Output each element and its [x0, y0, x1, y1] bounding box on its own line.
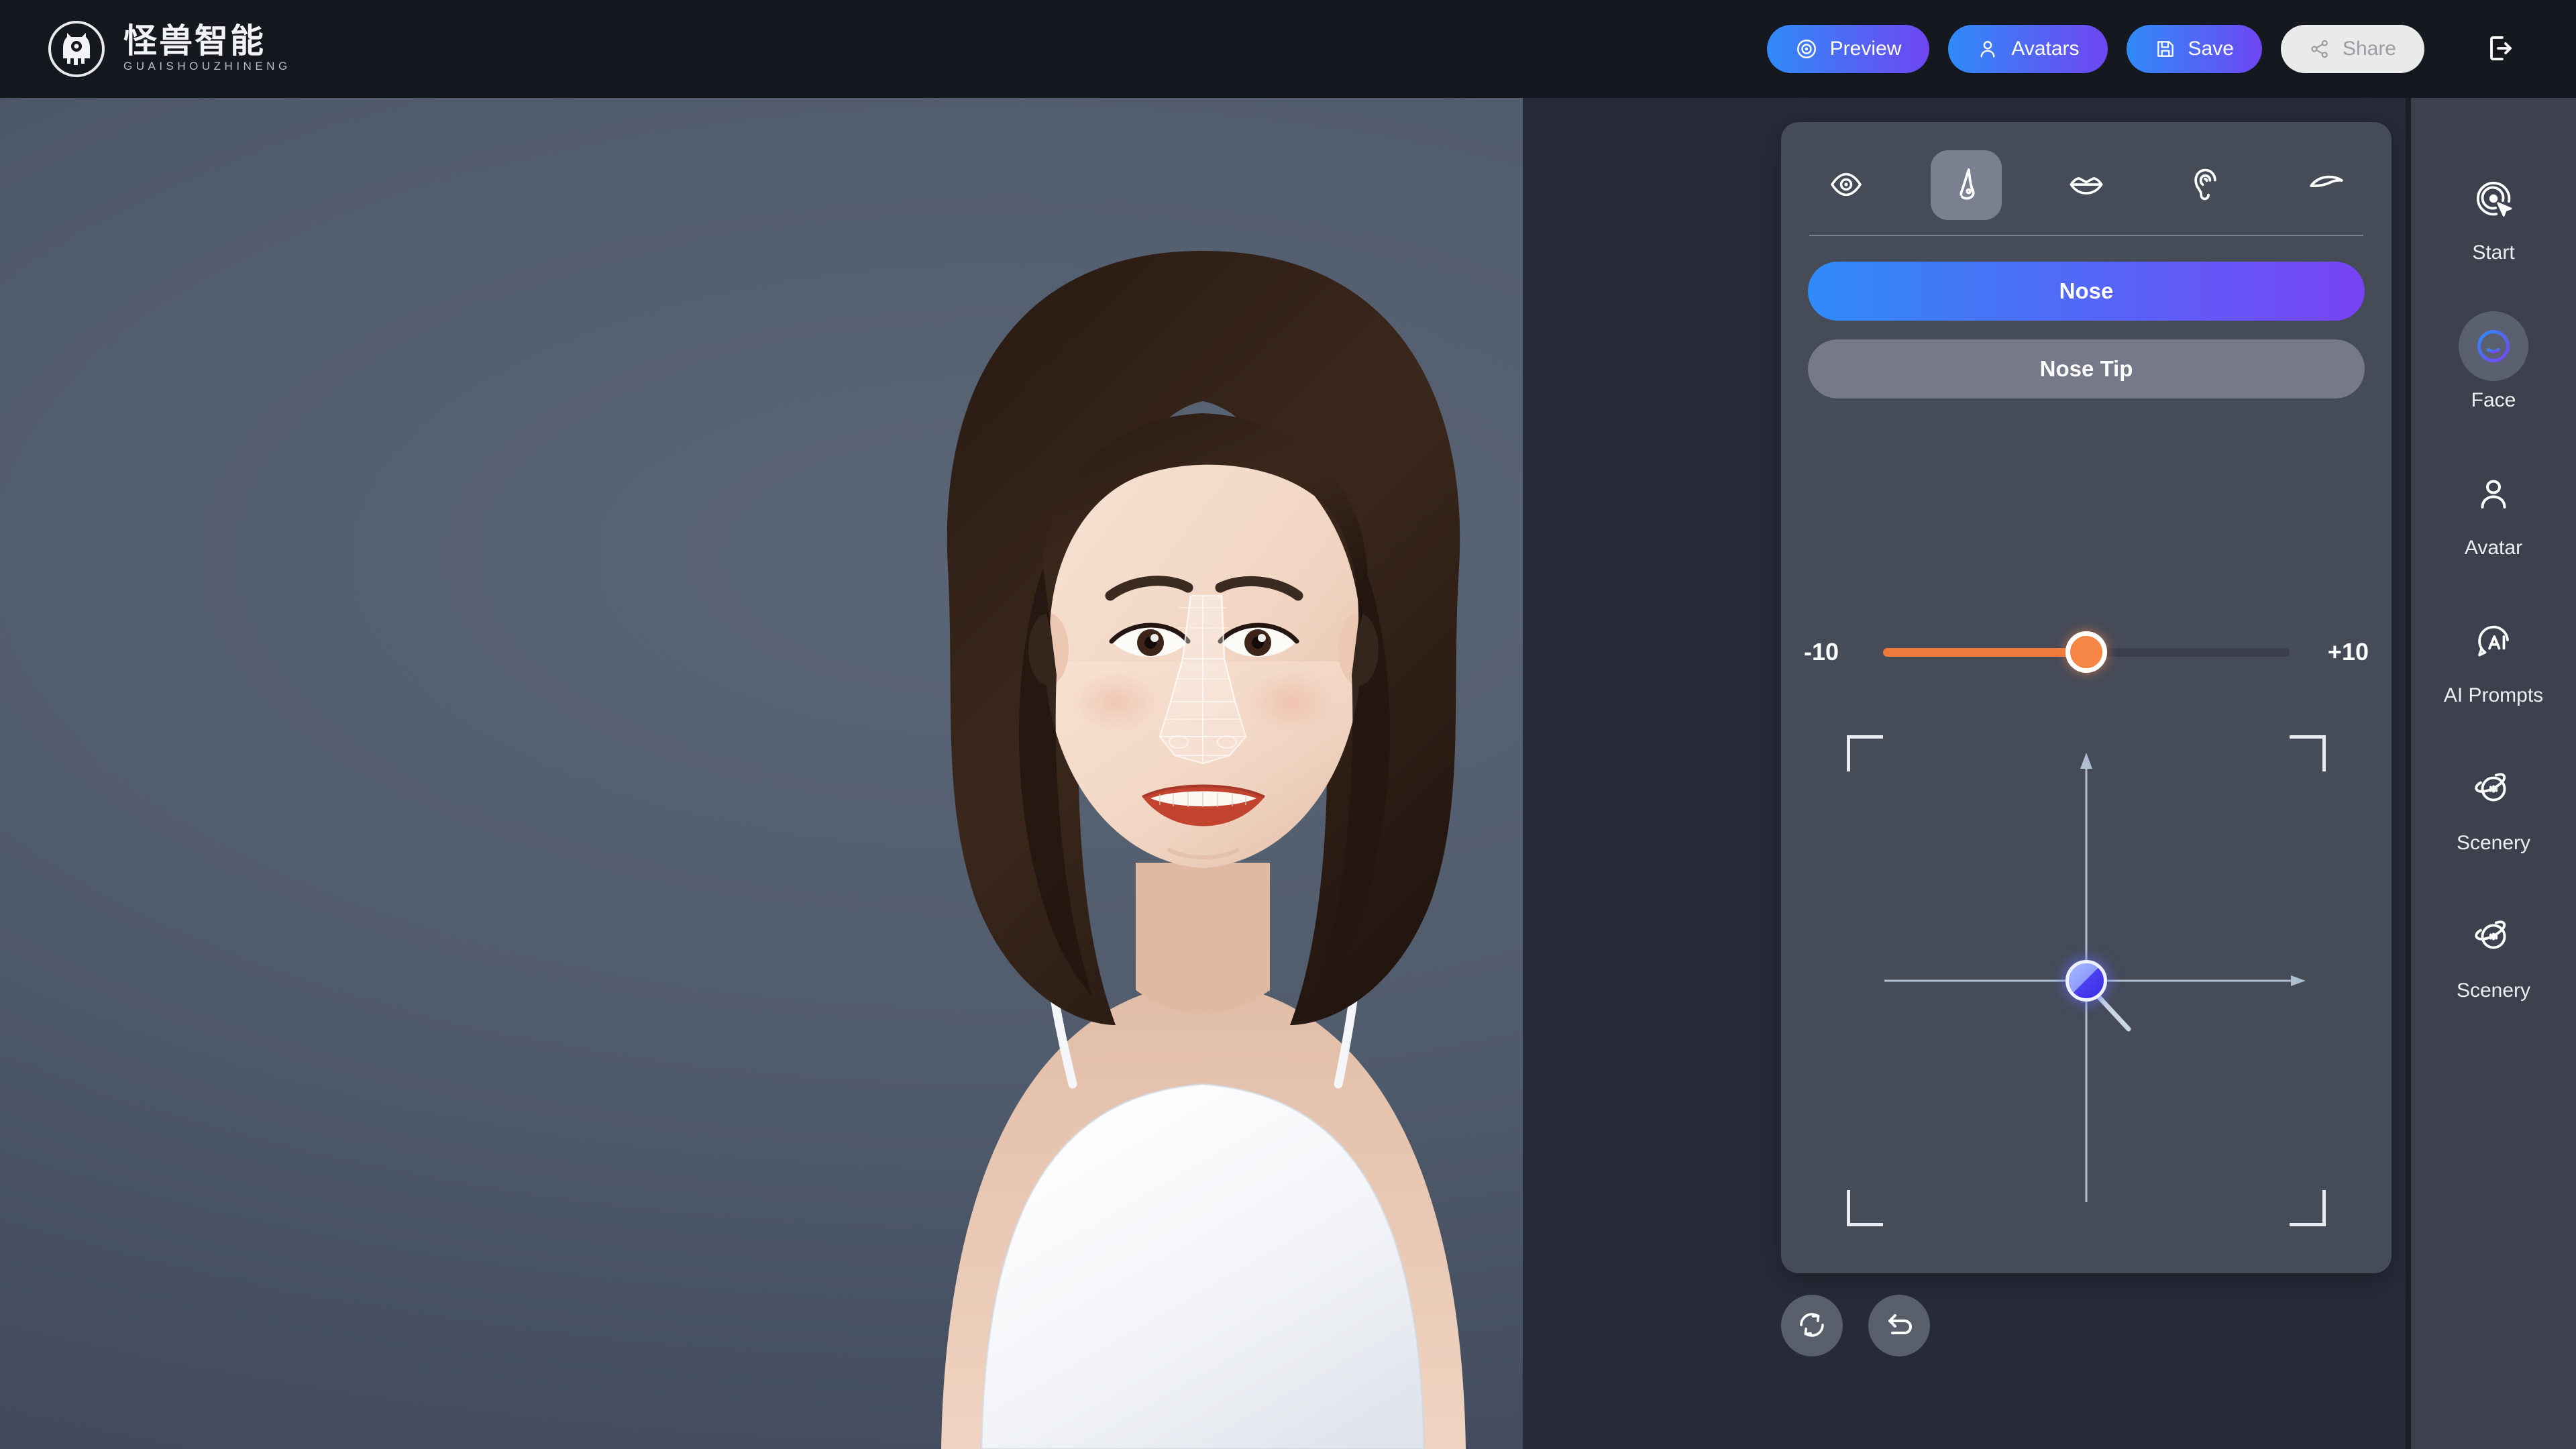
sidebar-item-avatar-label: Avatar [2464, 537, 2523, 559]
brand-text: 怪兽智能 GUAISHOUZHINENG [123, 23, 291, 74]
brand: 怪兽智能 GUAISHOUZHINENG [48, 21, 291, 77]
refresh-icon [1796, 1309, 1828, 1343]
logout-icon [2483, 32, 2516, 66]
feature-tab-ear[interactable] [2171, 150, 2242, 220]
sidebar-item-ai-prompts-label: AI Prompts [2443, 684, 2544, 706]
nose-tip-button[interactable]: Nose Tip [1808, 339, 2365, 398]
person-icon [2459, 459, 2528, 529]
right-sidebar: Start Face Avatar AI Prompts Scenery Sce… [2406, 98, 2576, 1449]
planet-icon [2459, 902, 2528, 971]
sidebar-item-scenery-1[interactable]: Scenery [2408, 750, 2576, 898]
sidebar-item-start[interactable]: Start [2408, 160, 2576, 307]
planet-icon [2459, 754, 2528, 824]
sidebar-item-face-label: Face [2471, 389, 2516, 411]
slider-track-fill [1883, 647, 2086, 657]
share-button-label: Share [2342, 38, 2396, 60]
logout-button[interactable] [2475, 25, 2524, 73]
person-icon [1976, 38, 1999, 60]
value-slider-row: -10 +10 [1781, 631, 2392, 673]
preview-button[interactable]: Preview [1766, 25, 1930, 73]
sidebar-item-avatar[interactable]: Avatar [2408, 455, 2576, 602]
avatars-button-label: Avatars [2011, 38, 2080, 60]
xy-control-pad[interactable] [1811, 726, 2362, 1236]
slider-min-label: -10 [1804, 638, 1839, 665]
sidebar-item-scenery-1-label: Scenery [2456, 832, 2531, 854]
sidebar-item-start-label: Start [2472, 241, 2515, 264]
target-cursor-icon [2459, 164, 2528, 233]
app-root: 怪兽智能 GUAISHOUZHINENG Preview Avatars Sav… [0, 0, 2576, 1449]
nose-subsection-buttons: Nose Nose Tip [1781, 236, 2392, 398]
eye-icon [1827, 166, 1865, 205]
feature-tab-mouth[interactable] [2051, 150, 2122, 220]
brand-name-en: GUAISHOUZHINENG [123, 60, 291, 73]
feature-tab-eye[interactable] [1811, 150, 1882, 220]
value-slider[interactable] [1883, 631, 2290, 673]
nose-button[interactable]: Nose [1808, 262, 2365, 321]
face-editor-panel: Nose Nose Tip -10 +10 [1781, 122, 2392, 1273]
slider-knob[interactable] [2065, 631, 2107, 673]
feature-tab-bar [1781, 122, 2392, 232]
preview-button-label: Preview [1829, 38, 1902, 60]
eyebrow-icon [2307, 165, 2346, 206]
undo-button[interactable] [1868, 1295, 1930, 1356]
save-button[interactable]: Save [2126, 25, 2262, 73]
sidebar-item-scenery-2[interactable]: Scenery [2408, 898, 2576, 1045]
avatars-button[interactable]: Avatars [1948, 25, 2108, 73]
undo-icon [1883, 1309, 1915, 1343]
panel-action-buttons [1781, 1295, 1930, 1356]
ear-icon [2188, 166, 2225, 205]
eye-target-icon [1795, 38, 1818, 60]
brand-name-cn: 怪兽智能 [123, 21, 266, 60]
header-actions: Preview Avatars Save Share [1766, 25, 2524, 73]
nose-icon [1947, 166, 1985, 205]
app-header: 怪兽智能 GUAISHOUZHINENG Preview Avatars Sav… [0, 0, 2576, 98]
sidebar-item-ai-prompts[interactable]: AI Prompts [2408, 602, 2576, 750]
pad-knob[interactable] [2065, 960, 2107, 1002]
share-nodes-icon [2309, 38, 2330, 60]
reset-button[interactable] [1781, 1295, 1843, 1356]
sidebar-item-scenery-2-label: Scenery [2456, 979, 2531, 1002]
monster-logo-icon [48, 21, 105, 77]
sidebar-item-face[interactable]: Face [2408, 307, 2576, 455]
ai-bubble-icon [2459, 606, 2528, 676]
slider-max-label: +10 [2327, 638, 2369, 665]
face-circle-icon [2459, 311, 2528, 381]
feature-tab-eyebrow[interactable] [2291, 150, 2362, 220]
share-button[interactable]: Share [2280, 25, 2424, 73]
floppy-disk-icon [2155, 38, 2176, 60]
lips-icon [2067, 165, 2106, 206]
save-button-label: Save [2188, 38, 2234, 60]
feature-tab-nose[interactable] [1931, 150, 2002, 220]
